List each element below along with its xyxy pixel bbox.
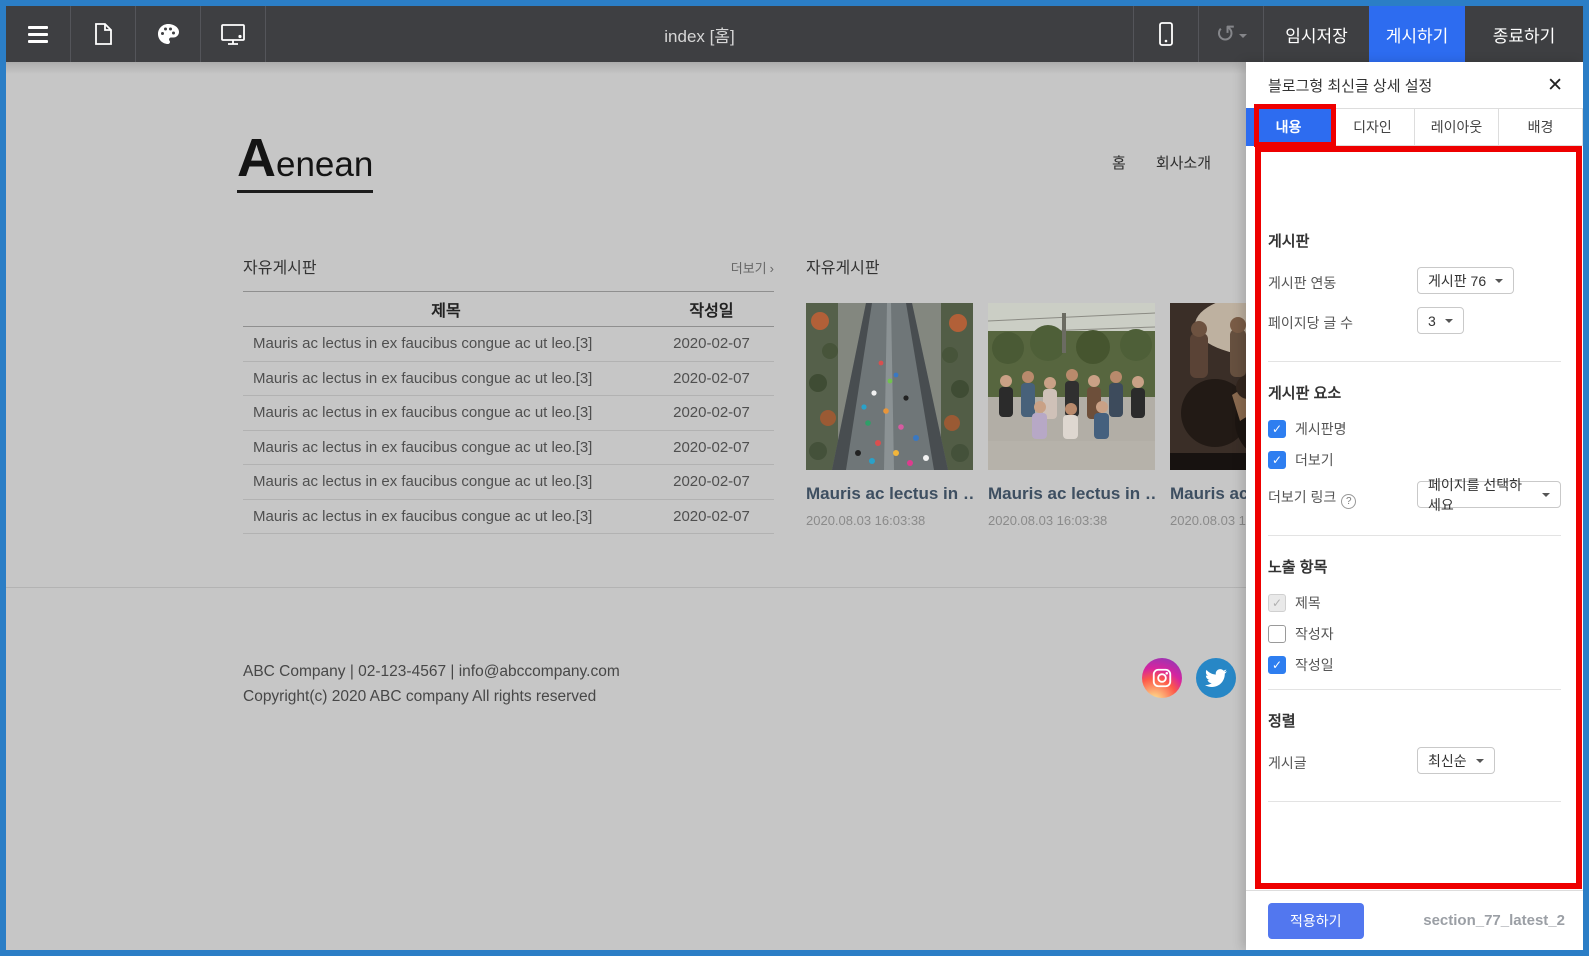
site-footer: ABC Company | 02-123-4567 | info@abccomp… — [243, 659, 620, 709]
undo-icon: ↺ — [1215, 22, 1235, 46]
section-heading-board: 게시판 — [1268, 230, 1561, 251]
nav-item-home[interactable]: 홈 — [1112, 152, 1126, 173]
section-heading-elements: 게시판 요소 — [1268, 382, 1561, 403]
settings-panel: 블로그형 최신글 상세 설정 ✕ 내용 디자인 레이아웃 배경 게시판 게시판 … — [1246, 62, 1583, 950]
tab-content[interactable]: 내용 — [1246, 108, 1331, 146]
post-card-date: 2020.08.03 16:03:38 — [806, 513, 973, 528]
table-row[interactable]: Mauris ac lectus in ex faucibus congue a… — [243, 500, 774, 535]
section-divider — [1268, 361, 1561, 362]
board-link-select[interactable]: 게시판 76 — [1417, 267, 1514, 294]
more-link-select[interactable]: 페이지를 선택하세요 — [1417, 481, 1561, 508]
exit-button[interactable]: 종료하기 — [1465, 6, 1583, 62]
close-icon[interactable]: ✕ — [1547, 74, 1563, 96]
editor-window: index [홈] ↺ 임시저장 게시하기 종료하기 Aenean 홈 회사소개… — [0, 0, 1589, 956]
section-divider — [1268, 689, 1561, 690]
panel-title: 블로그형 최신글 상세 설정 — [1268, 75, 1432, 96]
palette-icon — [156, 22, 180, 46]
mobile-icon — [1157, 21, 1175, 47]
menu-button[interactable] — [6, 6, 71, 62]
tab-background[interactable]: 배경 — [1499, 108, 1583, 146]
post-card[interactable]: Mauris ac lectus in … 2020.08.03 16:03:3… — [806, 303, 973, 528]
section-heading-sort: 정렬 — [1268, 710, 1561, 731]
board-table-more-link[interactable]: 더보기› — [731, 258, 774, 277]
nav-item-about[interactable]: 회사소개 — [1156, 152, 1211, 173]
tab-layout[interactable]: 레이아웃 — [1415, 108, 1499, 146]
board-table-header: 제목 작성일 — [243, 292, 774, 327]
hamburger-icon — [28, 26, 48, 43]
chevron-down-icon — [1476, 759, 1484, 767]
per-page-label: 페이지당 글 수 — [1268, 313, 1353, 333]
checkbox-row-date: ✓ 작성일 — [1268, 655, 1561, 675]
section-divider — [1268, 535, 1561, 536]
table-row[interactable]: Mauris ac lectus in ex faucibus congue a… — [243, 327, 774, 362]
site-nav: 홈 회사소개 — [1112, 152, 1211, 173]
table-row[interactable]: Mauris ac lectus in ex faucibus congue a… — [243, 465, 774, 500]
board-table-section: 자유게시판 더보기› 제목 작성일 Mauris ac lectus in ex… — [243, 254, 774, 534]
section-heading-display: 노출 항목 — [1268, 556, 1561, 577]
chevron-down-icon — [1495, 279, 1503, 287]
checkbox-row-more: ✓ 더보기 — [1268, 450, 1561, 470]
page-icon — [92, 22, 114, 46]
social-links — [1142, 658, 1236, 698]
panel-footer: 적용하기 section_77_latest_2 — [1246, 890, 1583, 950]
undo-button[interactable]: ↺ — [1198, 6, 1263, 62]
checkbox-row-title: ✓ 제목 — [1268, 593, 1561, 613]
logo-rest: enean — [276, 145, 373, 184]
panel-body: 게시판 게시판 연동 게시판 76 페이지당 글 수 3 게시판 요소 ✓ 게시… — [1246, 208, 1583, 884]
board-name-checkbox[interactable]: ✓ — [1268, 420, 1286, 438]
more-checkbox[interactable]: ✓ — [1268, 451, 1286, 469]
section-id-label: section_77_latest_2 — [1423, 912, 1565, 929]
board-cards-title: 자유게시판 — [806, 254, 880, 278]
footer-contact-line: ABC Company | 02-123-4567 | info@abccomp… — [243, 659, 620, 684]
help-icon[interactable]: ? — [1341, 494, 1356, 509]
tab-design[interactable]: 디자인 — [1331, 108, 1415, 146]
post-card-title: Mauris ac lectus in … — [806, 484, 973, 504]
table-row[interactable]: Mauris ac lectus in ex faucibus congue a… — [243, 396, 774, 431]
post-sort-select[interactable]: 최신순 — [1417, 747, 1495, 774]
document-title: index [홈] — [266, 6, 1133, 62]
per-page-select[interactable]: 3 — [1417, 307, 1464, 334]
author-checkbox[interactable]: ✓ — [1268, 625, 1286, 643]
chevron-down-icon — [1542, 493, 1550, 501]
post-card[interactable]: Mauris ac lectus in … 2020.08.03 16:03:3… — [988, 303, 1155, 528]
monitor-icon — [220, 22, 246, 46]
board-table: 제목 작성일 Mauris ac lectus in ex faucibus c… — [243, 291, 774, 534]
panel-tabs: 내용 디자인 레이아웃 배경 — [1246, 108, 1583, 146]
checkbox-row-author: ✓ 작성자 — [1268, 624, 1561, 644]
board-link-label: 게시판 연동 — [1268, 273, 1336, 293]
page-button[interactable] — [71, 6, 136, 62]
column-header-date: 작성일 — [649, 297, 774, 321]
column-header-title: 제목 — [243, 297, 649, 321]
instagram-icon — [1151, 667, 1173, 689]
temp-save-button[interactable]: 임시저장 — [1263, 6, 1369, 62]
post-card-title: Mauris ac lectus in … — [988, 484, 1155, 504]
twitter-icon — [1205, 667, 1227, 689]
site-logo[interactable]: Aenean — [237, 134, 373, 193]
more-link-label: 더보기 링크? — [1268, 487, 1356, 509]
post-card-image — [988, 303, 1155, 470]
date-checkbox[interactable]: ✓ — [1268, 656, 1286, 674]
undo-dropdown-caret — [1239, 34, 1247, 42]
design-button[interactable] — [136, 6, 201, 62]
post-card-date: 2020.08.03 16:03:38 — [988, 513, 1155, 528]
chevron-down-icon — [1445, 319, 1453, 327]
checkbox-row-board-name: ✓ 게시판명 — [1268, 419, 1561, 439]
apply-button[interactable]: 적용하기 — [1268, 903, 1364, 939]
table-row[interactable]: Mauris ac lectus in ex faucibus congue a… — [243, 431, 774, 466]
footer-copyright-line: Copyright(c) 2020 ABC company All rights… — [243, 684, 620, 709]
post-sort-label: 게시글 — [1268, 753, 1307, 773]
logo-initial: A — [237, 128, 276, 188]
instagram-button[interactable] — [1142, 658, 1182, 698]
section-divider — [1268, 801, 1561, 802]
board-table-title: 자유게시판 — [243, 254, 317, 278]
post-card-image — [806, 303, 973, 470]
publish-button[interactable]: 게시하기 — [1369, 6, 1465, 62]
chevron-right-icon: › — [770, 261, 774, 276]
title-checkbox: ✓ — [1268, 594, 1286, 612]
top-toolbar: index [홈] ↺ 임시저장 게시하기 종료하기 — [6, 6, 1583, 62]
preview-button[interactable] — [201, 6, 266, 62]
mobile-preview-button[interactable] — [1133, 6, 1198, 62]
twitter-button[interactable] — [1196, 658, 1236, 698]
table-row[interactable]: Mauris ac lectus in ex faucibus congue a… — [243, 362, 774, 397]
